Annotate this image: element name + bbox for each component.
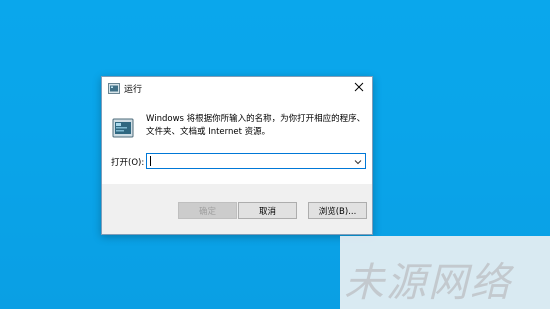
ok-button[interactable]: 确定 (178, 202, 237, 219)
text-caret (150, 156, 151, 166)
open-input[interactable] (149, 154, 349, 168)
dialog-description: Windows 将根据你所输入的名称，为你打开相应的程序、文件夹、文档或 Int… (146, 114, 366, 137)
close-button[interactable] (346, 77, 372, 97)
open-combobox[interactable] (146, 153, 366, 169)
desktop: 运行 Windows 将根据你所输入的名称，为你打开相应的程序、文件夹、文档或 … (0, 0, 550, 309)
dialog-title: 运行 (124, 85, 143, 95)
button-bar: 确定 取消 浏览(B)... (102, 184, 372, 234)
browse-button[interactable]: 浏览(B)... (308, 202, 367, 219)
watermark-text: 未源网络 (344, 260, 512, 306)
run-program-icon (112, 118, 134, 138)
chevron-down-icon[interactable] (353, 157, 363, 167)
cancel-button[interactable]: 取消 (238, 202, 297, 219)
run-dialog: 运行 Windows 将根据你所输入的名称，为你打开相应的程序、文件夹、文档或 … (101, 76, 373, 235)
watermark: 未源网络 (340, 236, 550, 309)
run-icon (108, 83, 120, 94)
title-bar[interactable]: 运行 (102, 77, 372, 101)
open-label: 打开(O): (111, 158, 145, 168)
close-icon (354, 82, 364, 92)
